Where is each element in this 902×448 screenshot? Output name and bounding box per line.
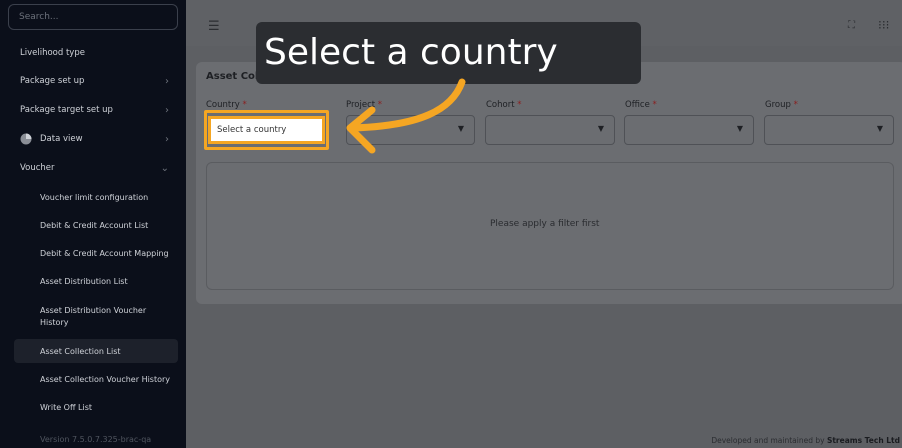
cohort-select[interactable]: ▼	[485, 115, 615, 145]
chevron-down-icon: ▼	[736, 124, 743, 133]
guide-tooltip: Select a country	[256, 22, 641, 84]
office-label: Office *	[625, 100, 657, 110]
apps-grid-icon[interactable]: ⁝⁝⁝	[878, 18, 889, 32]
group-select[interactable]: ▼	[764, 115, 894, 145]
app-version: Version 7.5.0.7.325-brac-qa	[40, 435, 152, 444]
sidebar-item-label: Livelihood type	[20, 48, 85, 58]
country-label: Country *	[206, 100, 247, 110]
group-label: Group *	[765, 100, 798, 110]
empty-state-message: Please apply a filter first	[490, 219, 600, 229]
country-select[interactable]: Select a country	[208, 116, 325, 144]
footer: Developed and maintained by Streams Tech…	[711, 436, 900, 445]
menu-icon[interactable]: ☰	[208, 19, 220, 34]
sidebar: Search... Livelihood type Package set up…	[0, 0, 186, 448]
project-label: Project *	[346, 100, 383, 110]
chevron-down-icon: ▼	[597, 124, 604, 133]
sidebar-item-label: Data view	[40, 134, 83, 144]
sidebar-item-label: Voucher	[20, 163, 55, 173]
sidebar-item-package-target-set-up[interactable]: Package target set up ›	[0, 98, 186, 122]
chevron-right-icon: ›	[165, 75, 169, 87]
sidebar-item-voucher[interactable]: Voucher ⌄	[0, 156, 186, 180]
chevron-down-icon: ▼	[457, 124, 464, 133]
sidebar-item-livelihood-type[interactable]: Livelihood type	[0, 41, 186, 65]
chevron-right-icon: ›	[165, 133, 169, 145]
chevron-down-icon: ⌄	[160, 162, 169, 174]
project-select[interactable]: ▼	[346, 115, 475, 145]
office-select[interactable]: ▼	[624, 115, 754, 145]
fullscreen-icon[interactable]: ⛶	[848, 20, 855, 31]
pie-chart-icon	[20, 133, 32, 145]
sidebar-item-label: Package set up	[20, 76, 85, 86]
search-input[interactable]: Search...	[8, 4, 178, 30]
chevron-right-icon: ›	[165, 104, 169, 116]
sidebar-item-label: Package target set up	[20, 105, 113, 115]
sidebar-item-package-set-up[interactable]: Package set up ›	[0, 69, 186, 93]
sidebar-item-data-view[interactable]: Data view ›	[0, 127, 186, 151]
chevron-down-icon: ▼	[876, 124, 883, 133]
cohort-label: Cohort *	[486, 100, 522, 110]
